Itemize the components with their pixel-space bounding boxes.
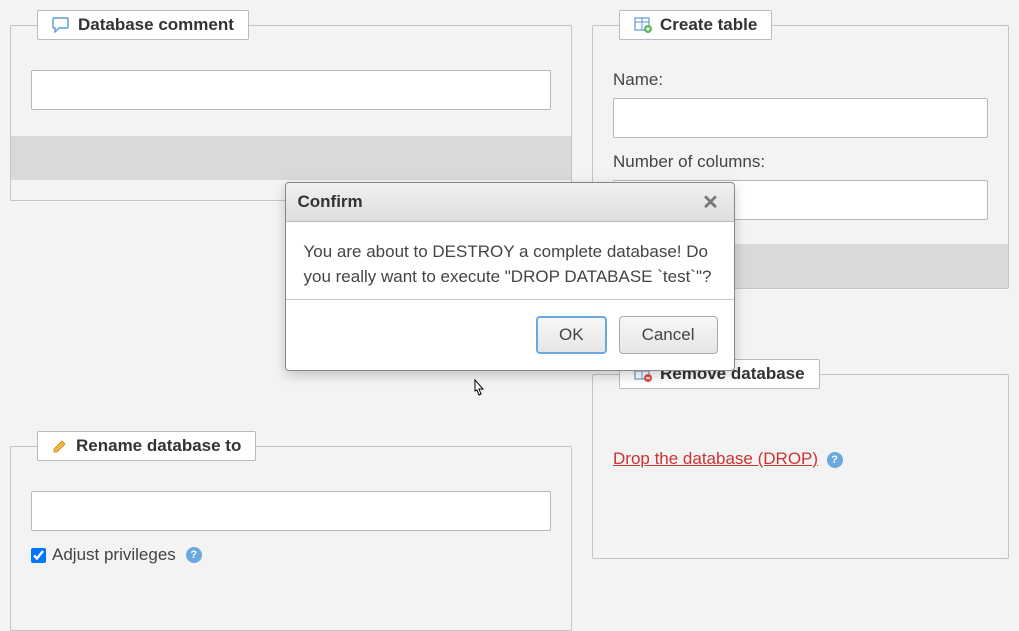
modal-message: You are about to DESTROY a complete data… bbox=[286, 222, 734, 300]
modal-footer: OK Cancel bbox=[286, 300, 734, 370]
ok-button[interactable]: OK bbox=[536, 316, 607, 354]
confirm-modal: Confirm ✕ You are about to DESTROY a com… bbox=[285, 182, 735, 371]
close-icon[interactable]: ✕ bbox=[700, 191, 722, 213]
modal-header: Confirm ✕ bbox=[286, 183, 734, 222]
cancel-button[interactable]: Cancel bbox=[619, 316, 718, 354]
modal-title: Confirm bbox=[298, 192, 363, 212]
modal-overlay: Confirm ✕ You are about to DESTROY a com… bbox=[0, 0, 1019, 572]
